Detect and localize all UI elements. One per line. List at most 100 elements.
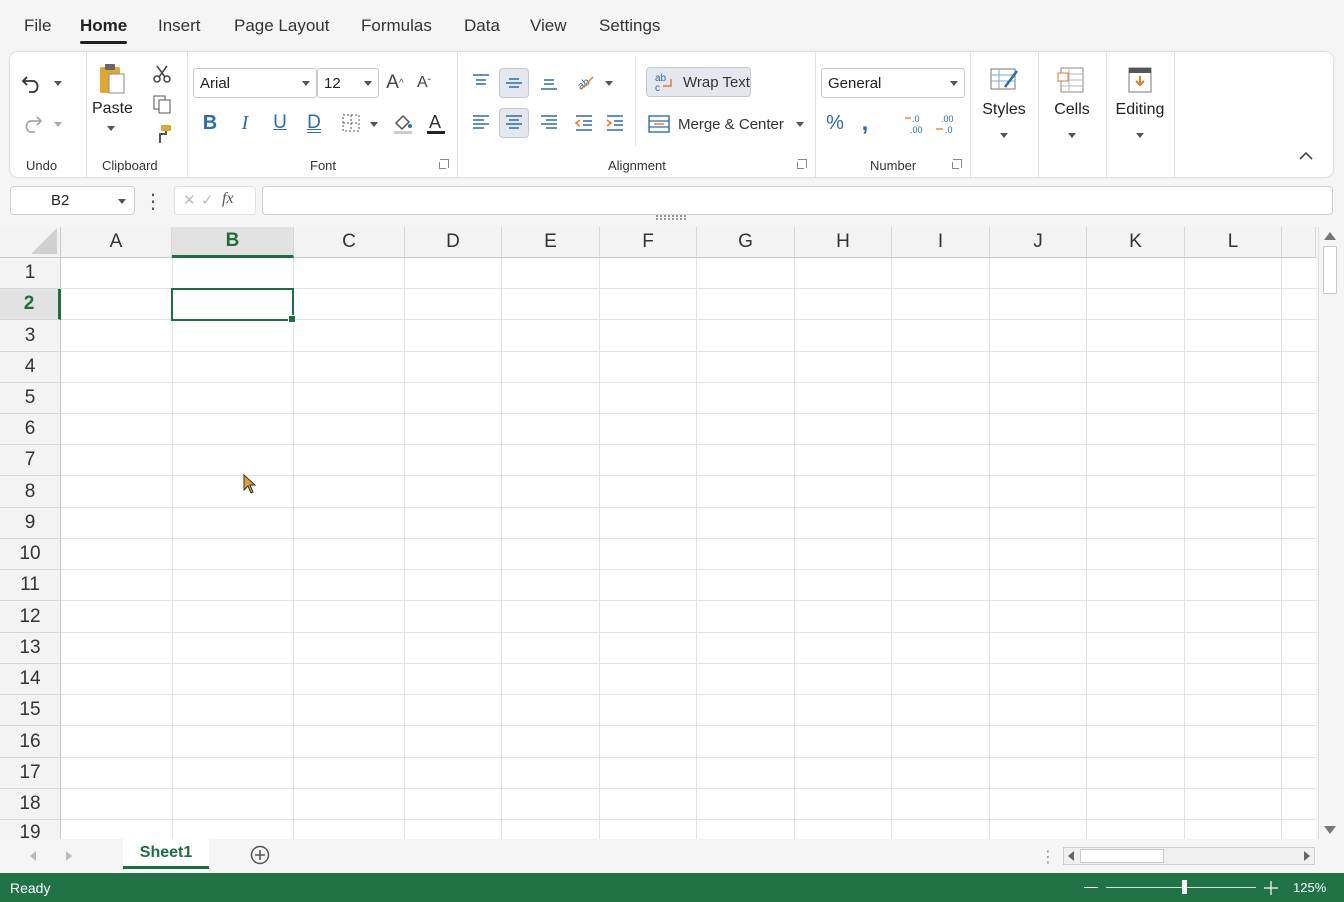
formula-input[interactable]	[262, 186, 1333, 215]
align-right-icon[interactable]	[536, 110, 562, 136]
row-header[interactable]: 9	[0, 508, 61, 539]
decrease-decimal-icon[interactable]: .00.0	[934, 112, 960, 136]
align-bottom-icon[interactable]	[536, 70, 562, 96]
column-header[interactable]: L	[1185, 227, 1282, 258]
styles-icon[interactable]	[986, 62, 1022, 98]
column-header[interactable]: K	[1087, 227, 1185, 258]
italic-icon[interactable]: I	[234, 110, 256, 136]
row-header[interactable]: 18	[0, 789, 61, 820]
increase-font-icon[interactable]: A ^	[384, 70, 406, 96]
scroll-up-icon[interactable]	[1324, 232, 1336, 240]
previous-sheet-icon[interactable]	[30, 851, 36, 861]
vertical-scrollbar[interactable]	[1318, 227, 1340, 839]
name-box[interactable]: B2	[10, 186, 135, 215]
active-cell[interactable]	[171, 288, 296, 323]
row-header[interactable]: 15	[0, 695, 61, 726]
font-size-select[interactable]: 12	[317, 68, 379, 98]
undo-icon[interactable]	[18, 70, 46, 98]
row-header[interactable]: 7	[0, 445, 61, 476]
sheet-tab-sheet1[interactable]: Sheet1	[123, 839, 209, 869]
zoom-level[interactable]: 125%	[1293, 880, 1326, 895]
align-top-icon[interactable]	[468, 68, 494, 94]
orientation-dropdown-icon[interactable]	[605, 81, 613, 86]
column-header[interactable]	[1282, 227, 1316, 258]
horizontal-scrollbar[interactable]	[1063, 847, 1315, 865]
tab-file[interactable]: File	[24, 16, 51, 36]
align-center-icon[interactable]	[499, 108, 529, 138]
font-color-icon[interactable]: A	[424, 110, 448, 136]
column-header[interactable]: J	[990, 227, 1087, 258]
tab-home[interactable]: Home	[80, 16, 128, 44]
row-header[interactable]: 6	[0, 414, 61, 445]
next-sheet-icon[interactable]	[66, 851, 72, 861]
cells-dropdown-icon[interactable]	[1068, 133, 1076, 138]
tab-settings[interactable]: Settings	[599, 16, 660, 36]
row-header[interactable]: 10	[0, 539, 61, 570]
row-header[interactable]: 12	[0, 601, 61, 633]
merge-center-button[interactable]: Merge & Center	[646, 109, 806, 139]
redo-dropdown-icon[interactable]	[54, 122, 62, 127]
formula-resize-handle[interactable]	[656, 215, 686, 220]
row-header[interactable]: 13	[0, 633, 61, 664]
row-header[interactable]: 8	[0, 476, 61, 508]
zoom-slider[interactable]	[1106, 887, 1256, 888]
zoom-slider-thumb[interactable]	[1182, 880, 1187, 894]
undo-dropdown-icon[interactable]	[54, 81, 62, 86]
column-header[interactable]: B	[172, 227, 294, 258]
row-header[interactable]: 19	[0, 820, 61, 839]
row-header[interactable]: 14	[0, 664, 61, 695]
cells-button[interactable]: Cells	[1050, 101, 1094, 119]
number-dialog-launcher-icon[interactable]	[952, 159, 962, 169]
paste-button[interactable]: Paste	[92, 100, 133, 118]
editing-button[interactable]: Editing	[1110, 101, 1170, 119]
alignment-dialog-launcher-icon[interactable]	[797, 159, 807, 169]
font-name-select[interactable]: Arial	[193, 68, 317, 98]
column-header[interactable]: G	[697, 227, 795, 258]
tab-splitter-icon[interactable]: ⋮	[1040, 847, 1056, 867]
orientation-icon[interactable]: ab	[573, 68, 599, 94]
merge-dropdown-icon[interactable]	[796, 122, 804, 127]
row-header[interactable]: 2	[0, 289, 61, 320]
zoom-out-icon[interactable]	[1084, 887, 1098, 888]
collapse-ribbon-icon[interactable]	[1296, 148, 1316, 164]
more-options-icon[interactable]: ⋮	[143, 190, 163, 213]
bold-icon[interactable]: B	[199, 110, 221, 136]
horizontal-scroll-thumb[interactable]	[1080, 849, 1164, 863]
vertical-scroll-thumb[interactable]	[1323, 246, 1337, 294]
select-all-corner[interactable]	[0, 227, 61, 258]
double-underline-icon[interactable]: D	[303, 110, 325, 136]
row-header[interactable]: 3	[0, 320, 61, 352]
cut-icon[interactable]	[150, 62, 174, 86]
add-sheet-icon[interactable]	[250, 845, 270, 870]
styles-button[interactable]: Styles	[980, 101, 1028, 119]
row-header[interactable]: 11	[0, 570, 61, 601]
column-header[interactable]: I	[892, 227, 990, 258]
paste-icon[interactable]	[94, 60, 130, 98]
borders-icon[interactable]	[340, 112, 362, 134]
styles-dropdown-icon[interactable]	[1000, 133, 1008, 138]
editing-dropdown-icon[interactable]	[1136, 133, 1144, 138]
scroll-down-icon[interactable]	[1324, 826, 1336, 834]
insert-function-button[interactable]: fx	[222, 190, 234, 208]
tab-page-layout[interactable]: Page Layout	[234, 16, 329, 36]
row-header[interactable]: 1	[0, 258, 61, 289]
editing-icon[interactable]	[1122, 62, 1158, 98]
tab-formulas[interactable]: Formulas	[361, 16, 432, 36]
align-middle-icon[interactable]	[499, 68, 529, 98]
redo-icon[interactable]	[18, 110, 46, 138]
row-header[interactable]: 16	[0, 726, 61, 758]
align-left-icon[interactable]	[468, 110, 494, 136]
wrap-text-button[interactable]: ab c Wrap Text	[646, 67, 751, 97]
decrease-font-icon[interactable]: Aˇ	[413, 70, 435, 96]
tab-data[interactable]: Data	[464, 16, 500, 36]
percent-icon[interactable]: %	[822, 110, 848, 136]
increase-decimal-icon[interactable]: .0.00	[903, 112, 929, 136]
row-header[interactable]: 17	[0, 758, 61, 789]
borders-dropdown-icon[interactable]	[370, 122, 378, 127]
font-dialog-launcher-icon[interactable]	[439, 159, 449, 169]
decrease-indent-icon[interactable]	[571, 110, 597, 136]
cancel-icon[interactable]: ✕	[183, 191, 196, 209]
increase-indent-icon[interactable]	[602, 110, 628, 136]
paste-dropdown-icon[interactable]	[107, 126, 115, 131]
scroll-left-icon[interactable]	[1068, 851, 1074, 861]
